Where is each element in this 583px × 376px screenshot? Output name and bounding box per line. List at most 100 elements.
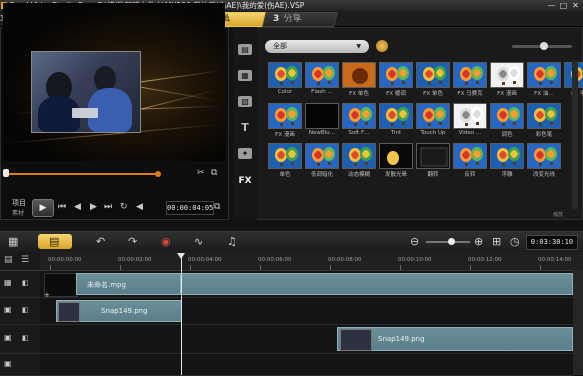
step-share[interactable]: 3 分享: [262, 12, 338, 27]
timeline-ruler[interactable]: 00:00:00:00 00:00:02:00 00:00:04:00 00:00:0…: [40, 252, 583, 271]
instant-project-icon[interactable]: ▦: [238, 70, 252, 81]
storyboard-view-icon[interactable]: ▦: [8, 236, 18, 248]
play-button[interactable]: ▶: [32, 199, 54, 217]
title-icon[interactable]: T: [238, 122, 252, 133]
library-scrollbar[interactable]: [572, 60, 578, 210]
overlay-clip-2[interactable]: Snap149.png: [337, 327, 573, 351]
timeline-scrollbar[interactable]: [573, 270, 583, 375]
filter-thumbnail[interactable]: [490, 62, 524, 88]
slider-handle[interactable]: [540, 42, 548, 50]
zoom-out-icon[interactable]: ⊖: [410, 236, 419, 248]
overlay-track-2-icon[interactable]: ▣: [4, 333, 12, 342]
copy-icon[interactable]: ⧉: [211, 168, 217, 178]
filter-thumbnail[interactable]: [453, 62, 487, 88]
preview-timecode[interactable]: 00:00:04:05: [166, 201, 214, 215]
filter-thumbnail[interactable]: [416, 62, 450, 88]
maximize-button[interactable]: □: [558, 1, 569, 10]
filter-thumbnail[interactable]: [342, 62, 376, 88]
filter-thumbnail-label: FX 漫画: [497, 91, 517, 97]
overlay-clip-1[interactable]: Snap149.png: [56, 300, 182, 322]
filter-thumbnail[interactable]: [305, 143, 339, 169]
filter-thumbnail[interactable]: [379, 143, 413, 169]
filter-thumbnail[interactable]: [379, 103, 413, 129]
zoom-slider-handle[interactable]: [448, 238, 455, 245]
overlay-track-1-lock-icon[interactable]: ◧: [22, 306, 29, 314]
video-clip-label: 未命名.mpg: [87, 281, 126, 289]
filter-thumbnail[interactable]: [268, 62, 302, 88]
filter-thumbnail[interactable]: [490, 103, 524, 129]
scrub-track: [5, 173, 159, 175]
next-frame-icon[interactable]: ▶: [90, 202, 97, 212]
filter-thumbnail[interactable]: [342, 103, 376, 129]
track-manager-area: ▤ ☰: [0, 252, 40, 271]
filter-thumbnail[interactable]: [453, 103, 487, 129]
go-to-start-icon[interactable]: ⏮: [58, 202, 66, 212]
volume-icon[interactable]: ◀: [136, 202, 143, 212]
scrub-handle-end[interactable]: [155, 171, 161, 177]
filter-thumbnail[interactable]: [305, 103, 339, 129]
filter-thumbnail-label: 改变光线: [532, 172, 555, 178]
track-list-icon[interactable]: ☰: [21, 255, 29, 265]
minimize-button[interactable]: —: [546, 1, 557, 10]
ruler-tick-label: 00:00:02:00: [118, 257, 152, 263]
transition-icon[interactable]: ▧: [238, 96, 252, 107]
filter-thumbnail[interactable]: [268, 143, 302, 169]
video-track-icon[interactable]: ▦: [4, 278, 12, 287]
zoom-slider[interactable]: [426, 238, 470, 245]
overlay-track-2-lock-icon[interactable]: ◧: [22, 334, 29, 342]
filter-thumbnail[interactable]: [379, 62, 413, 88]
enlarge-preview-icon[interactable]: ⧉: [214, 202, 220, 212]
fit-project-icon[interactable]: ⊞: [492, 236, 501, 248]
go-to-end-icon[interactable]: ⏭: [104, 202, 112, 212]
thumbnail-size-slider[interactable]: [512, 42, 572, 50]
scrub-handle-start[interactable]: [3, 169, 9, 177]
video-track-lock-icon[interactable]: ◧: [22, 279, 29, 287]
filter-thumbnail[interactable]: [342, 143, 376, 169]
video-clip-extension[interactable]: [181, 273, 573, 295]
auto-music-icon[interactable]: ♫: [227, 236, 237, 248]
filter-thumbnail[interactable]: [490, 143, 524, 169]
filter-thumbnail[interactable]: [416, 143, 450, 169]
preview-canvas[interactable]: [3, 3, 225, 161]
filter-thumbnail[interactable]: [416, 103, 450, 129]
timeline-timecode[interactable]: 0:03:30:10: [526, 235, 578, 250]
undo-icon[interactable]: ↶: [96, 236, 105, 248]
video-clip[interactable]: 未命名.mpg: [76, 273, 181, 295]
title-track: [40, 354, 573, 376]
ruler-tick-mark: [190, 265, 191, 270]
media-library-icon[interactable]: ▤: [238, 44, 252, 55]
graphic-icon[interactable]: ✦: [238, 148, 252, 159]
timeline-playhead[interactable]: [181, 253, 182, 375]
repeat-icon[interactable]: ↻: [120, 202, 128, 212]
filter-thumbnail-label: 调色: [501, 132, 513, 138]
cut-icon[interactable]: ✂: [197, 168, 205, 178]
timeline-toolbar: ▦ ▤ ↶ ↷ ◉ ∿ ♫ ⊖ ⊕ ⊞ ◷ 0:03:30:10: [0, 231, 583, 253]
close-button[interactable]: ✕: [570, 1, 581, 10]
filter-thumbnail[interactable]: [527, 103, 561, 129]
zoom-in-icon[interactable]: ⊕: [474, 236, 483, 248]
title-track-icon[interactable]: ▣: [4, 359, 12, 368]
filter-thumbnail[interactable]: [305, 62, 339, 88]
track-manager-icon[interactable]: ▤: [4, 255, 13, 265]
project-duration-icon[interactable]: ◷: [510, 236, 520, 248]
filter-thumbnail[interactable]: [268, 103, 302, 129]
clip-thumbnail: [58, 302, 80, 322]
record-capture-icon[interactable]: ◉: [161, 236, 171, 248]
playhead-marker[interactable]: [177, 253, 185, 259]
overlay-track-1-icon[interactable]: ▣: [4, 305, 12, 314]
mode-project-label[interactable]: 项目: [12, 198, 26, 208]
filter-thumbnail-label: Color: [277, 89, 293, 95]
filter-icon[interactable]: FX: [238, 176, 252, 187]
filter-thumbnail[interactable]: [527, 62, 561, 88]
filter-thumbnail[interactable]: [527, 143, 561, 169]
sound-mixer-icon[interactable]: ∿: [194, 236, 203, 248]
add-folder-icon[interactable]: [376, 40, 388, 52]
filter-thumbnail-label: 发散光晕: [384, 172, 407, 178]
preview-scrubber[interactable]: ✂ ⧉: [3, 166, 225, 188]
mode-clip-label[interactable]: 素材: [12, 208, 24, 217]
filter-thumbnail-label: 浮雕: [501, 172, 513, 178]
filter-thumbnail[interactable]: [453, 143, 487, 169]
category-dropdown[interactable]: 全部 ▼: [265, 40, 369, 53]
redo-icon[interactable]: ↷: [128, 236, 137, 248]
previous-frame-icon[interactable]: ◀: [74, 202, 81, 212]
